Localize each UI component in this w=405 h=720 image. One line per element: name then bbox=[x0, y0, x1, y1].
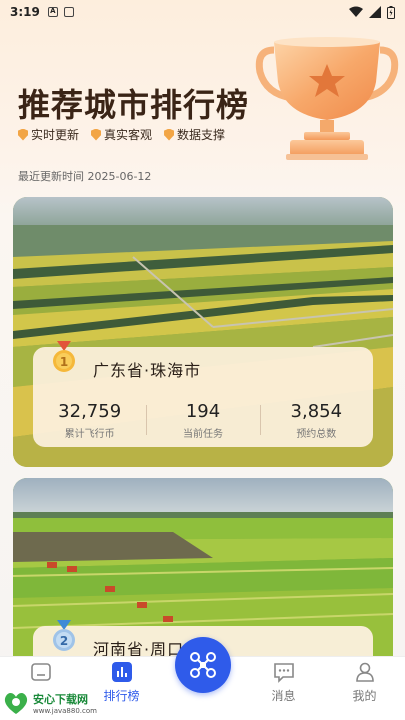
silver-medal-icon: 2 bbox=[53, 620, 75, 651]
message-icon bbox=[273, 663, 294, 683]
stat-value: 3,854 bbox=[290, 401, 343, 422]
badge-label: 实时更新 bbox=[31, 128, 80, 142]
stat-bookings: 3,854 预约总数 bbox=[259, 401, 373, 440]
badge-data: 数据支撑 bbox=[164, 126, 225, 143]
stat-flight-coins: 32,759 累计飞行币 bbox=[33, 401, 146, 440]
stat-value: 194 bbox=[185, 401, 221, 422]
medal-rank: 1 bbox=[60, 355, 68, 369]
drone-icon bbox=[189, 652, 216, 678]
nav-center bbox=[162, 637, 243, 720]
status-bar: 3:19 A bbox=[0, 0, 405, 24]
ranking-card-1[interactable]: 1 广东省·珠海市 32,759 累计飞行币 194 当前任务 3,854 预约… bbox=[13, 197, 393, 467]
nav-label: 消息 bbox=[271, 689, 296, 703]
badge-realtime: 实时更新 bbox=[18, 126, 79, 143]
home-icon bbox=[30, 663, 51, 681]
nav-profile[interactable]: 我的 bbox=[324, 657, 405, 720]
watermark: 安心下载网 www.java880.com bbox=[0, 686, 110, 720]
city-name: 广东省·珠海市 bbox=[93, 361, 202, 380]
shield-icon bbox=[18, 128, 28, 141]
stats-panel: 1 广东省·珠海市 32,759 累计飞行币 194 当前任务 3,854 预约… bbox=[33, 341, 373, 447]
page-title: 推荐城市排行榜 bbox=[18, 86, 250, 124]
ranking-icon bbox=[111, 662, 132, 682]
watermark-brand: 安心下载网 bbox=[33, 693, 88, 706]
badge-objective: 真实客观 bbox=[91, 126, 152, 143]
update-label: 最近更新时间 bbox=[18, 170, 84, 183]
stat-value: 32,759 bbox=[58, 401, 122, 422]
nav-label: 我的 bbox=[352, 689, 377, 703]
medal-rank: 2 bbox=[60, 634, 68, 648]
stats-row: 32,759 累计飞行币 194 当前任务 3,854 预约总数 bbox=[33, 401, 373, 440]
badge-label: 数据支撑 bbox=[177, 128, 226, 142]
feature-badges: 实时更新 真实客观 数据支撑 bbox=[18, 126, 225, 143]
trophy-icon bbox=[255, 37, 399, 160]
profile-icon bbox=[355, 662, 374, 682]
battery-icon bbox=[387, 5, 395, 19]
stat-label: 累计飞行币 bbox=[64, 429, 115, 440]
status-time: 3:19 bbox=[10, 5, 40, 19]
badge-label: 真实客观 bbox=[104, 128, 153, 142]
ranking-card-2[interactable]: 2 河南省·周口市 bbox=[13, 478, 393, 658]
stat-current-tasks: 194 当前任务 bbox=[146, 401, 259, 440]
watermark-logo-icon bbox=[4, 693, 28, 714]
stat-label: 当前任务 bbox=[182, 429, 223, 440]
shield-icon bbox=[91, 128, 102, 141]
last-update: 最近更新时间 2025-06-12 bbox=[18, 168, 151, 184]
accessibility-icon: A bbox=[47, 7, 58, 17]
signal-icon bbox=[369, 6, 381, 18]
update-date: 2025-06-12 bbox=[87, 170, 152, 183]
screen-icon bbox=[63, 7, 74, 17]
gold-medal-icon: 1 bbox=[53, 341, 75, 372]
nav-messages[interactable]: 消息 bbox=[243, 657, 324, 720]
wifi-icon bbox=[349, 6, 363, 17]
watermark-url: www.java880.com bbox=[33, 707, 97, 715]
stat-label: 预约总数 bbox=[296, 429, 337, 440]
shield-icon bbox=[164, 128, 175, 141]
drone-button[interactable] bbox=[174, 637, 231, 693]
